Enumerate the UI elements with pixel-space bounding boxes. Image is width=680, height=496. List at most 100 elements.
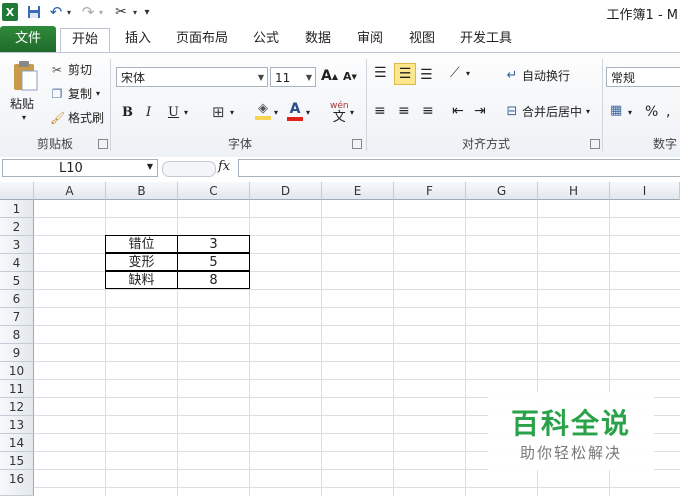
column-header[interactable]: D — [250, 182, 322, 200]
table-cell-label[interactable]: 变形 — [105, 253, 178, 271]
tab-developer[interactable]: 开发工具 — [454, 28, 518, 52]
row-header[interactable]: 7 — [0, 308, 34, 326]
grow-font-button[interactable]: A ▲ — [321, 68, 338, 84]
column-header[interactable]: B — [106, 182, 178, 200]
column-header[interactable]: C — [178, 182, 250, 200]
comma-icon[interactable]: , — [666, 104, 670, 120]
paste-dropdown-icon[interactable]: ▾ — [22, 113, 26, 122]
fill-color-icon[interactable]: ◈ — [254, 101, 272, 123]
merge-dropdown-icon[interactable]: ▾ — [586, 107, 590, 116]
tab-page-layout[interactable]: 页面布局 — [170, 28, 234, 52]
align-right-icon[interactable]: ≡ — [422, 103, 434, 119]
tab-home[interactable]: 开始 — [60, 28, 110, 53]
redo-icon[interactable]: ↷ — [80, 3, 96, 21]
insert-function-button[interactable]: fx — [218, 159, 230, 174]
merge-center-button[interactable]: ⊟ 合并后居中 ▾ — [504, 103, 590, 120]
row-header[interactable]: 10 — [0, 362, 34, 380]
bold-button[interactable]: B — [122, 105, 133, 120]
row-header[interactable]: 16 — [0, 470, 34, 496]
row-header[interactable]: 14 — [0, 434, 34, 452]
number-format-combo[interactable]: 常规 — [606, 67, 680, 87]
table-cell-value[interactable]: 3 — [177, 235, 250, 253]
percent-button[interactable]: % — [645, 104, 658, 120]
orientation-dropdown-icon[interactable]: ▾ — [466, 69, 470, 78]
accounting-icon[interactable]: ▦ — [610, 103, 622, 118]
table-cell-label[interactable]: 错位 — [105, 235, 178, 253]
qat-customize-icon[interactable]: ▾ — [142, 3, 152, 21]
row-header[interactable]: 6 — [0, 290, 34, 308]
column-header[interactable]: F — [394, 182, 466, 200]
align-middle-icon[interactable]: ☰ — [394, 63, 416, 85]
formula-bar-resize-handle[interactable] — [162, 161, 216, 177]
wrap-text-button[interactable]: ↵ 自动换行 — [504, 67, 570, 84]
undo-dropdown-icon[interactable]: ▾ — [65, 3, 73, 21]
tab-insert[interactable]: 插入 — [118, 28, 158, 52]
name-box-dropdown-icon[interactable]: ▼ — [147, 162, 153, 171]
borders-dropdown-icon[interactable]: ▾ — [230, 108, 234, 117]
cut-button[interactable]: ✂ 剪切 — [50, 61, 92, 78]
phonetic-dropdown-icon[interactable]: ▾ — [350, 108, 354, 117]
clipboard-launcher-icon[interactable] — [98, 139, 108, 149]
row-header[interactable]: 11 — [0, 380, 34, 398]
align-left-icon[interactable]: ≡ — [374, 103, 386, 119]
font-color-icon[interactable]: A — [286, 101, 304, 123]
tab-data[interactable]: 数据 — [298, 28, 338, 52]
row-header[interactable]: 9 — [0, 344, 34, 362]
column-header[interactable]: A — [34, 182, 106, 200]
tab-review[interactable]: 审阅 — [350, 28, 390, 52]
align-top-icon[interactable]: ☰ — [374, 65, 387, 81]
undo-icon[interactable]: ↶ — [48, 3, 64, 21]
decrease-indent-icon[interactable]: ⇤ — [452, 103, 464, 119]
increase-indent-icon[interactable]: ⇥ — [474, 103, 486, 119]
table-cell-label[interactable]: 缺料 — [105, 271, 178, 289]
tab-view[interactable]: 视图 — [402, 28, 442, 52]
save-icon[interactable] — [26, 3, 42, 21]
italic-button[interactable]: I — [146, 105, 151, 120]
row-header[interactable]: 5 — [0, 272, 34, 290]
row-header[interactable]: 4 — [0, 254, 34, 272]
row-header[interactable]: 13 — [0, 416, 34, 434]
table-cell-value[interactable]: 8 — [177, 271, 250, 289]
font-launcher-icon[interactable] — [352, 139, 362, 149]
paste-button[interactable]: 粘贴 — [10, 95, 34, 112]
formula-input[interactable] — [238, 159, 680, 177]
tools-dropdown-icon[interactable]: ▾ — [131, 3, 139, 21]
row-header[interactable]: 8 — [0, 326, 34, 344]
row-header[interactable]: 15 — [0, 452, 34, 470]
borders-icon[interactable]: ⊞ — [212, 103, 225, 121]
tools-icon[interactable]: ✂ — [112, 3, 130, 21]
column-header[interactable]: I — [610, 182, 680, 200]
fill-color-dropdown-icon[interactable]: ▾ — [274, 108, 278, 117]
redo-dropdown-icon[interactable]: ▾ — [97, 3, 105, 21]
copy-dropdown-icon[interactable]: ▾ — [96, 89, 100, 98]
tab-formulas[interactable]: 公式 — [246, 28, 286, 52]
font-name-dropdown-icon[interactable]: ▼ — [258, 68, 264, 88]
align-bottom-icon[interactable]: ☰ — [420, 67, 433, 83]
alignment-launcher-icon[interactable] — [590, 139, 600, 149]
orientation-icon[interactable]: ⟋ — [450, 65, 460, 81]
phonetic-icon[interactable]: wén 文 — [330, 101, 349, 124]
row-header[interactable]: 2 — [0, 218, 34, 236]
font-name-combo[interactable]: 宋体 ▼ — [116, 67, 268, 87]
font-size-combo[interactable]: 11 ▼ — [270, 67, 316, 87]
column-header[interactable]: G — [466, 182, 538, 200]
underline-button[interactable]: U — [168, 105, 179, 120]
row-header[interactable]: 3 — [0, 236, 34, 254]
paste-icon[interactable] — [10, 59, 40, 93]
align-center-icon[interactable]: ≡ — [398, 103, 410, 119]
column-header[interactable]: E — [322, 182, 394, 200]
column-header[interactable]: H — [538, 182, 610, 200]
shrink-font-button[interactable]: A ▼ — [343, 70, 357, 83]
underline-dropdown-icon[interactable]: ▾ — [184, 108, 188, 117]
tab-file[interactable]: 文件 — [0, 26, 56, 52]
name-box[interactable]: L10 ▼ — [2, 159, 158, 177]
select-all-corner[interactable] — [0, 182, 34, 200]
copy-button[interactable]: ❐ 复制 ▾ — [50, 85, 100, 102]
font-color-dropdown-icon[interactable]: ▾ — [306, 108, 310, 117]
font-size-dropdown-icon[interactable]: ▼ — [306, 68, 312, 88]
format-painter-button[interactable]: 🖌 格式刷 — [50, 109, 104, 126]
row-header[interactable]: 12 — [0, 398, 34, 416]
accounting-dropdown-icon[interactable]: ▾ — [628, 108, 632, 117]
table-cell-value[interactable]: 5 — [177, 253, 250, 271]
row-header[interactable]: 1 — [0, 200, 34, 218]
